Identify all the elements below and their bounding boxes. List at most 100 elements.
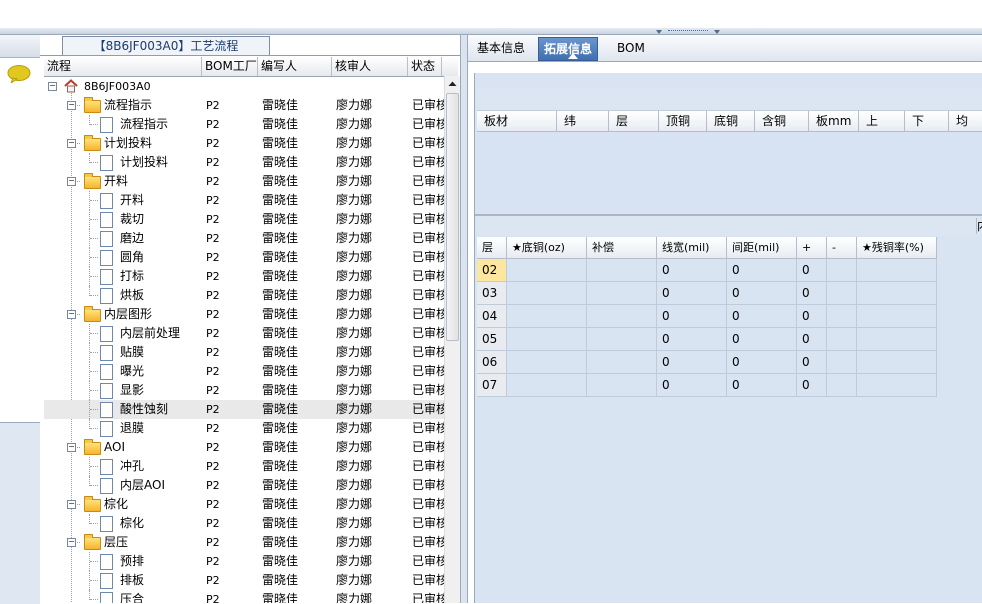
layer-base-copper-cell[interactable] bbox=[507, 259, 587, 282]
tree-row[interactable]: 内层AOI P2 雷晓佳 廖力娜 已审核 bbox=[44, 476, 446, 495]
board-grid-column-header[interactable]: 含铜 bbox=[755, 111, 809, 131]
layer-residual-copper-cell[interactable] bbox=[857, 305, 937, 328]
tree-row[interactable]: 烘板 P2 雷晓佳 廖力娜 已审核 bbox=[44, 286, 446, 305]
layer-spacing-cell[interactable]: 0 bbox=[727, 259, 797, 282]
collapse-toggle-icon[interactable]: − bbox=[67, 538, 76, 547]
layer-compensation-cell[interactable] bbox=[587, 305, 657, 328]
layer-compensation-cell[interactable] bbox=[587, 282, 657, 305]
tree-row[interactable]: − 开料 P2 雷晓佳 廖力娜 已审核 bbox=[44, 172, 446, 191]
tree-header-col-bom-factory[interactable]: BOM工厂 bbox=[202, 57, 258, 76]
layer-minus-cell[interactable] bbox=[827, 259, 857, 282]
tree-row[interactable]: − AOI P2 雷晓佳 廖力娜 已审核 bbox=[44, 438, 446, 457]
collapse-toggle-icon[interactable]: − bbox=[67, 500, 76, 509]
tree-row[interactable]: 预排 P2 雷晓佳 廖力娜 已审核 bbox=[44, 552, 446, 571]
tree-row[interactable]: 计划投料 P2 雷晓佳 廖力娜 已审核 bbox=[44, 153, 446, 172]
chat-bubble-icon[interactable] bbox=[7, 65, 31, 85]
tree-row[interactable]: − 流程指示 P2 雷晓佳 廖力娜 已审核 bbox=[44, 96, 446, 115]
layer-base-copper-cell[interactable] bbox=[507, 305, 587, 328]
layer-line-width-cell[interactable]: 0 bbox=[657, 351, 727, 374]
layer-compensation-cell[interactable] bbox=[587, 351, 657, 374]
collapse-toggle-icon[interactable]: − bbox=[67, 177, 76, 186]
layer-base-copper-cell[interactable] bbox=[507, 351, 587, 374]
tree-row[interactable]: − 内层图形 P2 雷晓佳 廖力娜 已审核 bbox=[44, 305, 446, 324]
tree-row[interactable]: 裁切 P2 雷晓佳 廖力娜 已审核 bbox=[44, 210, 446, 229]
collapse-toggle-icon[interactable]: − bbox=[67, 101, 76, 110]
tree-row[interactable]: 酸性蚀刻 P2 雷晓佳 廖力娜 已审核 bbox=[44, 400, 446, 419]
layer-residual-copper-cell[interactable] bbox=[857, 328, 937, 351]
tree-header-col-reviewer[interactable]: 核审人 bbox=[332, 57, 408, 76]
layer-row-header[interactable]: 07 bbox=[477, 374, 507, 397]
layer-grid-header-compensation[interactable]: 补偿 bbox=[587, 237, 657, 259]
layer-residual-copper-cell[interactable] bbox=[857, 374, 937, 397]
layer-base-copper-cell[interactable] bbox=[507, 374, 587, 397]
layer-plus-cell[interactable]: 0 bbox=[797, 305, 827, 328]
layer-grid-header-spacing[interactable]: 间距(mil) bbox=[727, 237, 797, 259]
collapse-toggle-icon[interactable]: − bbox=[67, 139, 76, 148]
layer-row-header[interactable]: 06 bbox=[477, 351, 507, 374]
layer-grid-header-layer[interactable]: 层 bbox=[477, 237, 507, 259]
layer-grid-header-minus[interactable]: - bbox=[827, 237, 857, 259]
layer-line-width-cell[interactable]: 0 bbox=[657, 374, 727, 397]
tree-row[interactable]: 圆角 P2 雷晓佳 廖力娜 已审核 bbox=[44, 248, 446, 267]
layer-row-header[interactable]: 04 bbox=[477, 305, 507, 328]
tree-row[interactable]: 曝光 P2 雷晓佳 廖力娜 已审核 bbox=[44, 362, 446, 381]
top-splitter-grip[interactable] bbox=[656, 30, 722, 34]
tree-row[interactable]: 退膜 P2 雷晓佳 廖力娜 已审核 bbox=[44, 419, 446, 438]
tab-bom[interactable]: BOM bbox=[612, 37, 650, 59]
layer-row-header[interactable]: 03 bbox=[477, 282, 507, 305]
tree-row[interactable]: 内层前处理 P2 雷晓佳 廖力娜 已审核 bbox=[44, 324, 446, 343]
layer-plus-cell[interactable]: 0 bbox=[797, 351, 827, 374]
layer-plus-cell[interactable]: 0 bbox=[797, 374, 827, 397]
collapse-toggle-icon[interactable]: − bbox=[67, 310, 76, 319]
tree-header-col-flow[interactable]: 流程 bbox=[44, 57, 202, 76]
tree-row[interactable]: 显影 P2 雷晓佳 廖力娜 已审核 bbox=[44, 381, 446, 400]
layer-minus-cell[interactable] bbox=[827, 305, 857, 328]
layer-spacing-cell[interactable]: 0 bbox=[727, 305, 797, 328]
layer-line-width-cell[interactable]: 0 bbox=[657, 305, 727, 328]
layer-minus-cell[interactable] bbox=[827, 374, 857, 397]
board-grid-column-header[interactable]: 顶铜 bbox=[659, 111, 707, 131]
tab-basic-info[interactable]: 基本信息 bbox=[472, 37, 530, 59]
board-grid-column-header[interactable]: 板mm bbox=[809, 111, 859, 131]
tree-row[interactable]: 排板 P2 雷晓佳 廖力娜 已审核 bbox=[44, 571, 446, 590]
layer-line-width-cell[interactable]: 0 bbox=[657, 328, 727, 351]
layer-base-copper-cell[interactable] bbox=[507, 328, 587, 351]
layer-line-width-cell[interactable]: 0 bbox=[657, 282, 727, 305]
tree-header-col-writer[interactable]: 编写人 bbox=[258, 57, 332, 76]
layer-residual-copper-cell[interactable] bbox=[857, 282, 937, 305]
layer-compensation-cell[interactable] bbox=[587, 259, 657, 282]
layer-grid-header-residual-copper[interactable]: ★残铜率(%) bbox=[857, 237, 937, 259]
layer-spacing-cell[interactable]: 0 bbox=[727, 282, 797, 305]
layer-spacing-cell[interactable]: 0 bbox=[727, 351, 797, 374]
collapse-toggle-icon[interactable]: − bbox=[67, 443, 76, 452]
tree-row[interactable]: 压合 P2 雷晓佳 廖力娜 已审核 bbox=[44, 590, 446, 603]
board-grid-column-header[interactable]: 板材 bbox=[477, 111, 557, 131]
tree-row[interactable]: 棕化 P2 雷晓佳 廖力娜 已审核 bbox=[44, 514, 446, 533]
layer-grid-header-base-copper[interactable]: ★底铜(oz) bbox=[507, 237, 587, 259]
layer-base-copper-cell[interactable] bbox=[507, 282, 587, 305]
layer-row-header[interactable]: 05 bbox=[477, 328, 507, 351]
tree-row[interactable]: − 计划投料 P2 雷晓佳 廖力娜 已审核 bbox=[44, 134, 446, 153]
layer-grid-header-plus[interactable]: + bbox=[797, 237, 827, 259]
tree-vertical-scrollbar[interactable] bbox=[444, 76, 460, 603]
tree-row[interactable]: 流程指示 P2 雷晓佳 廖力娜 已审核 bbox=[44, 115, 446, 134]
layer-plus-cell[interactable]: 0 bbox=[797, 259, 827, 282]
layer-line-width-cell[interactable]: 0 bbox=[657, 259, 727, 282]
layer-plus-cell[interactable]: 0 bbox=[797, 328, 827, 351]
layer-residual-copper-cell[interactable] bbox=[857, 351, 937, 374]
layer-minus-cell[interactable] bbox=[827, 351, 857, 374]
layer-residual-copper-cell[interactable] bbox=[857, 259, 937, 282]
tree-header-col-status[interactable]: 状态 bbox=[408, 57, 442, 76]
tree-root-row[interactable]: − 8B6JF003A0 bbox=[44, 77, 446, 96]
scroll-thumb[interactable] bbox=[446, 93, 459, 341]
layer-spacing-cell[interactable]: 0 bbox=[727, 328, 797, 351]
layer-grid-header-line-width[interactable]: 线宽(mil) bbox=[657, 237, 727, 259]
tree-row[interactable]: 磨边 P2 雷晓佳 廖力娜 已审核 bbox=[44, 229, 446, 248]
collapse-toggle-icon[interactable]: − bbox=[48, 82, 57, 91]
layer-row-header[interactable]: 02 bbox=[477, 259, 507, 282]
board-grid-column-header[interactable]: 层 bbox=[609, 111, 659, 131]
tree-row[interactable]: − 棕化 P2 雷晓佳 廖力娜 已审核 bbox=[44, 495, 446, 514]
board-grid-column-header[interactable]: 上 bbox=[859, 111, 905, 131]
tree-row[interactable]: − 层压 P2 雷晓佳 廖力娜 已审核 bbox=[44, 533, 446, 552]
board-grid-column-header[interactable]: 纬 bbox=[557, 111, 609, 131]
